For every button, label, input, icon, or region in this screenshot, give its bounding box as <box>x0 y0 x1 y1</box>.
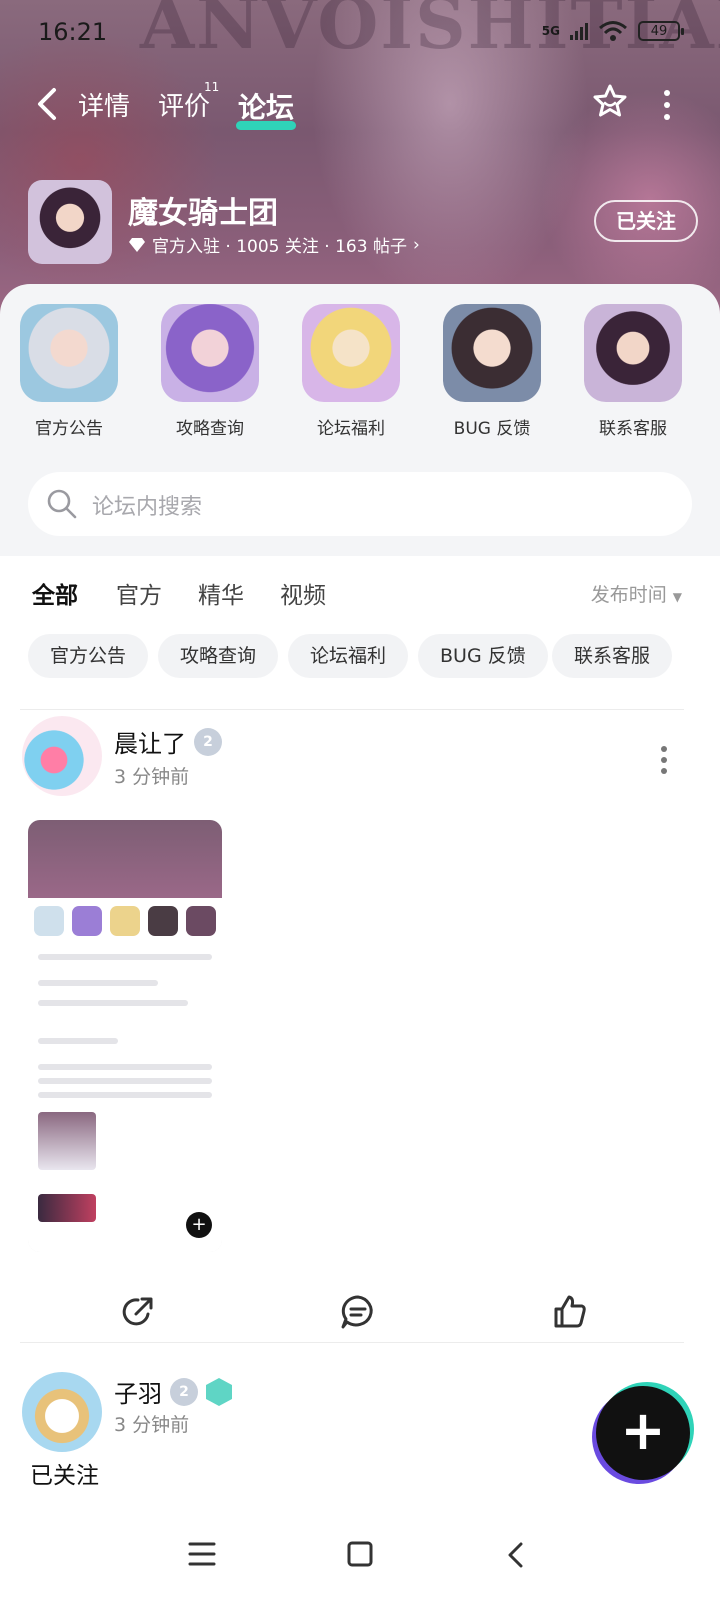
chip-guides[interactable]: 攻略查询 <box>158 634 279 678</box>
tab-details[interactable]: 详情 <box>78 86 130 123</box>
comment-icon[interactable] <box>338 1292 378 1332</box>
game-meta[interactable]: 官方入驻 · 1005 关注 · 163 帖子 › <box>128 232 420 257</box>
status-bar: 16:21 5G 49 <box>38 18 684 48</box>
quick-link-support[interactable]: 联系客服 <box>578 304 688 439</box>
like-icon[interactable] <box>550 1292 590 1332</box>
plus-icon: + <box>186 1212 212 1238</box>
quick-link-label: BUG 反馈 <box>453 419 531 439</box>
divider <box>20 1342 684 1343</box>
search-placeholder: 论坛内搜索 <box>92 495 203 520</box>
category-chips: 官方公告 攻略查询 论坛福利 BUG 反馈 联系客服 <box>28 634 708 678</box>
tab-forum[interactable]: 论坛 <box>236 86 297 130</box>
post-item[interactable]: 晨让了 2 3 分钟前 + <box>0 714 720 1354</box>
quick-link-welfare[interactable]: 论坛福利 <box>296 304 406 439</box>
filter-tab-video[interactable]: 视频 <box>280 576 326 610</box>
image-line <box>38 1092 212 1098</box>
top-nav: 详情 评价 11 论坛 <box>0 80 720 130</box>
chevron-right-icon: › <box>412 234 420 255</box>
post-body: 已关注 <box>30 1463 99 1489</box>
quick-links: 官方公告 攻略查询 论坛福利 BUG 反馈 联系客服 <box>0 304 720 444</box>
filter-tab-official[interactable]: 官方 <box>116 576 162 610</box>
game-meta-text: 官方入驻 · 1005 关注 · 163 帖子 <box>152 237 407 257</box>
chip-support[interactable]: 联系客服 <box>552 634 673 678</box>
tab-forum-label: 论坛 <box>238 91 295 124</box>
image-thumb <box>38 1112 96 1170</box>
quick-link-label: 攻略查询 <box>176 419 244 439</box>
quick-link-image <box>302 304 400 402</box>
network-label: 5G <box>541 24 560 38</box>
wifi-icon <box>599 21 627 41</box>
image-line <box>38 954 212 960</box>
image-line <box>38 980 158 986</box>
gem-badge-icon <box>206 1378 232 1406</box>
image-header <box>28 820 222 898</box>
quick-link-guides[interactable]: 攻略查询 <box>155 304 265 439</box>
quick-link-bug-report[interactable]: BUG 反馈 <box>437 304 547 439</box>
back-arrow-icon[interactable] <box>32 86 62 122</box>
battery-icon: 49 <box>638 21 684 41</box>
caret-down-icon: ▼ <box>672 590 682 604</box>
more-options-icon[interactable] <box>660 90 674 120</box>
header-banner: ANVOISHITIAN 16:21 5G 49 详情 评价 11 论坛 魔女骑… <box>0 0 720 330</box>
filter-tab-featured[interactable]: 精华 <box>198 576 244 610</box>
image-line <box>38 1078 212 1084</box>
quick-link-image <box>584 304 682 402</box>
tab-reviews[interactable]: 评价 <box>158 86 210 123</box>
chip-welfare[interactable]: 论坛福利 <box>288 634 409 678</box>
forum-search[interactable]: 论坛内搜索 <box>28 472 692 536</box>
user-avatar[interactable] <box>22 1372 102 1452</box>
battery-level: 49 <box>650 23 668 39</box>
image-line <box>38 1064 212 1070</box>
post-author[interactable]: 晨让了 <box>114 724 186 759</box>
divider <box>20 709 684 710</box>
chip-bug-report[interactable]: BUG 反馈 <box>418 634 548 678</box>
search-icon <box>47 489 77 519</box>
signal-icon <box>570 22 588 40</box>
game-avatar[interactable] <box>28 180 112 264</box>
favorite-star-icon[interactable] <box>590 82 630 122</box>
create-post-button[interactable]: + <box>596 1386 690 1480</box>
system-nav-bar <box>0 1511 720 1601</box>
status-time: 16:21 <box>38 18 108 46</box>
quick-link-label: 联系客服 <box>599 419 667 439</box>
game-info: 魔女骑士团 官方入驻 · 1005 关注 · 163 帖子 › 已关注 <box>28 180 698 266</box>
menu-icon[interactable] <box>188 1541 216 1567</box>
sort-label: 发布时间 <box>590 584 667 606</box>
share-icon[interactable] <box>118 1292 158 1332</box>
quick-link-image <box>20 304 118 402</box>
user-avatar[interactable] <box>22 716 102 796</box>
quick-link-label: 论坛福利 <box>317 419 385 439</box>
post-more-icon[interactable] <box>660 746 668 779</box>
image-line <box>38 1038 118 1044</box>
image-icons <box>34 906 216 938</box>
quick-link-image <box>161 304 259 402</box>
chip-announcements[interactable]: 官方公告 <box>28 634 149 678</box>
home-icon[interactable] <box>346 1541 374 1567</box>
post-image[interactable]: + <box>28 820 222 1252</box>
plus-icon: + <box>620 1399 666 1462</box>
reviews-count-badge: 11 <box>204 80 220 94</box>
user-level-badge: 2 <box>170 1378 198 1406</box>
post-time: 3 分钟前 <box>114 766 190 788</box>
follow-button[interactable]: 已关注 <box>594 200 698 242</box>
quick-link-image <box>443 304 541 402</box>
quick-link-announcements[interactable]: 官方公告 <box>14 304 124 439</box>
post-time: 3 分钟前 <box>114 1414 190 1436</box>
quick-link-label: 官方公告 <box>35 419 103 439</box>
back-icon[interactable] <box>504 1541 526 1569</box>
filter-tab-all[interactable]: 全部 <box>32 576 78 614</box>
image-line <box>38 1000 188 1006</box>
post-actions <box>0 1292 720 1352</box>
post-author[interactable]: 子羽 <box>114 1374 162 1409</box>
game-title: 魔女骑士团 <box>128 196 278 231</box>
diamond-icon <box>129 237 145 252</box>
image-thumb <box>38 1194 96 1222</box>
sort-dropdown[interactable]: 发布时间 ▼ <box>591 580 682 607</box>
user-level-badge: 2 <box>194 728 222 756</box>
filter-tab-label: 全部 <box>32 583 78 609</box>
